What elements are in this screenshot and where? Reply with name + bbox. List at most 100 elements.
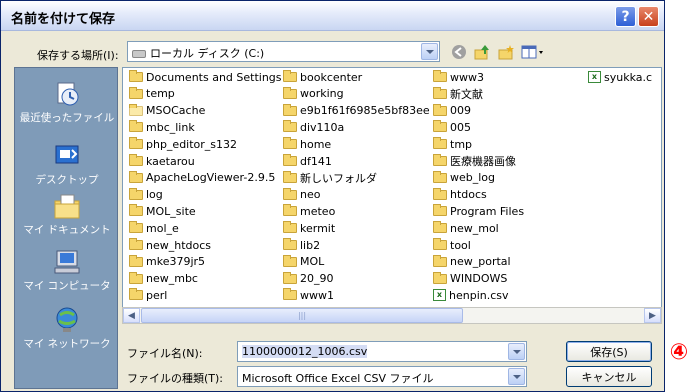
file-item[interactable]: bookcenter bbox=[283, 70, 362, 84]
folder-icon bbox=[129, 120, 143, 133]
back-button[interactable] bbox=[450, 43, 468, 61]
horizontal-scrollbar[interactable]: ◀ ||| ▶ bbox=[122, 307, 662, 324]
file-item[interactable]: 009 bbox=[433, 103, 471, 118]
file-item[interactable]: new_portal bbox=[433, 254, 511, 269]
file-item[interactable]: www1 bbox=[283, 288, 334, 302]
folder-icon bbox=[283, 187, 297, 200]
file-item-label: henpin.csv bbox=[449, 288, 509, 302]
file-item[interactable]: mke379jr5 bbox=[129, 254, 205, 269]
title-bar: 名前を付けて保存 ? ✕ bbox=[1, 1, 664, 31]
file-item[interactable]: php_editor_s132 bbox=[129, 137, 237, 151]
file-item[interactable]: MSOCache bbox=[129, 103, 206, 118]
filetype-select[interactable]: Microsoft Office Excel CSV ファイル bbox=[237, 366, 527, 387]
help-icon: ? bbox=[621, 8, 630, 25]
save-button[interactable]: 保存(S) bbox=[566, 341, 652, 362]
file-item[interactable]: new_htdocs bbox=[129, 238, 211, 252]
file-item[interactable]: WINDOWS bbox=[433, 271, 508, 286]
file-item[interactable]: x syukka.c bbox=[588, 70, 652, 84]
folder-icon bbox=[433, 70, 447, 82]
file-item[interactable]: 新しいフォルダ bbox=[283, 170, 377, 185]
file-item-label: WINDOWS bbox=[450, 272, 508, 286]
file-item[interactable]: new_mbc bbox=[129, 271, 198, 286]
file-item[interactable]: x henpin.csv bbox=[433, 288, 509, 302]
file-item-label: 新文献 bbox=[450, 87, 483, 101]
file-item-label: Documents and Settings bbox=[146, 70, 282, 84]
recent-documents-icon bbox=[57, 82, 79, 106]
file-item[interactable]: meteo bbox=[283, 204, 335, 218]
file-item[interactable]: ApacheLogViewer-2.9.5 bbox=[129, 170, 275, 185]
chevron-down-icon[interactable] bbox=[508, 368, 525, 385]
folder-icon bbox=[129, 288, 143, 301]
file-item-label: MSOCache bbox=[146, 104, 206, 118]
file-item[interactable]: htdocs bbox=[433, 187, 487, 202]
file-item[interactable]: kaetarou bbox=[129, 154, 195, 168]
place-desktop[interactable]: デスクトップ bbox=[15, 142, 119, 187]
folder-icon bbox=[129, 238, 143, 250]
file-item[interactable]: e9b1f61f6985e5bf83ee bbox=[283, 103, 430, 118]
folder-icon bbox=[433, 86, 447, 99]
file-item-label: new_mol bbox=[450, 221, 499, 235]
place-recent[interactable]: 最近使ったファイル bbox=[15, 80, 119, 125]
file-item-label: Program Files bbox=[450, 204, 525, 218]
file-item[interactable]: tmp bbox=[433, 137, 472, 151]
file-item[interactable]: home bbox=[283, 137, 331, 151]
file-item[interactable]: div110a bbox=[283, 120, 344, 134]
file-item[interactable]: log bbox=[129, 187, 163, 202]
file-item[interactable]: MOL bbox=[283, 254, 325, 269]
up-folder-button[interactable] bbox=[473, 43, 491, 61]
file-item-label: MOL bbox=[300, 255, 325, 269]
file-item[interactable]: df141 bbox=[283, 154, 332, 168]
file-item-label: MOL_site bbox=[146, 204, 196, 218]
file-item-label: mol_e bbox=[146, 221, 179, 235]
file-item[interactable]: www3 bbox=[433, 70, 484, 84]
folder-icon bbox=[283, 103, 297, 116]
place-label: デスクトップ bbox=[35, 174, 99, 186]
scroll-left-button[interactable]: ◀ bbox=[123, 308, 140, 323]
place-my-computer[interactable]: マイ コンピュータ bbox=[15, 248, 119, 293]
new-folder-button[interactable] bbox=[497, 43, 515, 61]
filename-label: ファイル名(N): bbox=[127, 347, 203, 360]
file-item[interactable]: Program Files bbox=[433, 204, 524, 218]
file-item[interactable]: 20_90 bbox=[283, 271, 334, 286]
file-item[interactable]: MOL_site bbox=[129, 204, 196, 218]
file-item[interactable]: web_log bbox=[433, 170, 495, 185]
file-item[interactable]: tool bbox=[433, 238, 471, 252]
place-my-network[interactable]: マイ ネットワーク bbox=[15, 306, 119, 351]
file-item[interactable]: kermit bbox=[283, 221, 335, 235]
scroll-right-button[interactable]: ▶ bbox=[644, 308, 661, 323]
file-item[interactable]: 新文献 bbox=[433, 86, 483, 101]
file-list[interactable]: Documents and Settings temp MSOCache mbc_li… bbox=[122, 67, 662, 323]
file-item[interactable]: mbc_link bbox=[129, 120, 195, 134]
folder-icon bbox=[433, 187, 447, 200]
file-item[interactable]: perl bbox=[129, 288, 167, 302]
file-item[interactable]: 005 bbox=[433, 120, 471, 134]
file-item-label: tool bbox=[450, 238, 471, 252]
file-item-label: www3 bbox=[450, 70, 484, 84]
file-item-label: home bbox=[300, 137, 332, 151]
chevron-down-icon[interactable] bbox=[508, 343, 525, 360]
file-item-label: php_editor_s132 bbox=[146, 137, 238, 151]
file-item[interactable]: mol_e bbox=[129, 221, 179, 235]
help-button[interactable]: ? bbox=[615, 6, 636, 27]
view-menu-button[interactable] bbox=[520, 43, 546, 61]
location-value: ローカル ディスク (C:) bbox=[132, 45, 264, 61]
cancel-button[interactable]: キャンセル bbox=[566, 366, 652, 387]
drive-icon bbox=[132, 50, 146, 58]
file-item[interactable]: new_mol bbox=[433, 221, 499, 235]
file-item[interactable]: neo bbox=[283, 187, 320, 202]
folder-icon bbox=[283, 170, 297, 183]
file-item-label: kaetarou bbox=[146, 154, 195, 168]
file-item[interactable]: working bbox=[283, 86, 344, 101]
scroll-thumb[interactable]: ||| bbox=[141, 308, 463, 323]
file-item[interactable]: Documents and Settings bbox=[129, 70, 282, 84]
location-combo[interactable]: ローカル ディスク (C:) bbox=[127, 41, 440, 62]
place-my-documents[interactable]: マイ ドキュメント bbox=[15, 192, 119, 237]
close-button[interactable]: ✕ bbox=[638, 6, 659, 27]
file-item[interactable]: temp bbox=[129, 86, 175, 101]
filename-input[interactable]: 1100000012_1006.csv bbox=[237, 341, 527, 362]
up-folder-icon bbox=[474, 45, 489, 60]
file-item-label: 医療機器画像 bbox=[450, 155, 516, 168]
file-item[interactable]: 医療機器画像 bbox=[433, 154, 516, 168]
chevron-down-icon[interactable] bbox=[421, 43, 438, 60]
file-item[interactable]: lib2 bbox=[283, 238, 320, 252]
